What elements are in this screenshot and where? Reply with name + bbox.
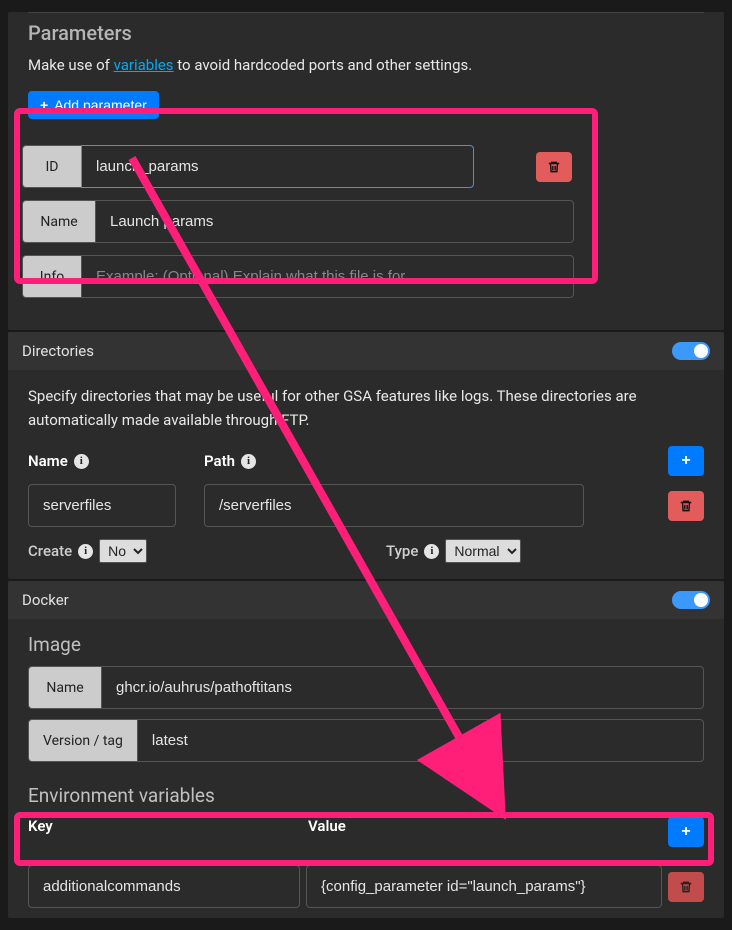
create-select[interactable]: No [99, 539, 147, 563]
env-subtitle: Environment variables [28, 784, 704, 807]
env-value-label: Value [308, 817, 668, 847]
env-row [20, 855, 712, 918]
parameters-desc-after: to avoid hardcoded ports and other setti… [177, 56, 472, 74]
env-value-input[interactable] [306, 865, 662, 908]
dir-path-label: Path [204, 452, 235, 470]
docker-title: Docker [22, 591, 69, 609]
directories-toggle[interactable] [672, 342, 710, 360]
env-key-input[interactable] [28, 865, 300, 908]
dir-path-input[interactable] [204, 484, 584, 527]
dir-name-input[interactable] [28, 484, 176, 527]
image-subtitle: Image [28, 633, 704, 656]
type-label: Type [386, 542, 418, 560]
directories-panel: Directories Specify directories that may… [8, 332, 724, 579]
add-parameter-label: Add parameter [54, 97, 147, 113]
divider [28, 12, 704, 13]
variables-link[interactable]: variables [114, 56, 174, 74]
directories-desc: Specify directories that may be useful f… [28, 384, 704, 432]
image-name-label: Name [28, 666, 101, 709]
trash-icon [679, 880, 693, 894]
version-label: Version / tag [28, 719, 137, 762]
param-info-input[interactable] [81, 255, 574, 298]
parameters-desc-before: Make use of [28, 56, 114, 74]
add-env-button[interactable]: + [668, 817, 704, 847]
delete-directory-button[interactable] [668, 491, 704, 521]
plus-icon: + [681, 452, 690, 470]
parameters-title: Parameters [8, 21, 724, 45]
create-label: Create [28, 542, 72, 560]
version-input[interactable] [137, 719, 704, 762]
parameter-row: ID Name Info [8, 129, 724, 314]
add-directory-button[interactable]: + [668, 446, 704, 476]
add-parameter-button[interactable]: + Add parameter [28, 91, 159, 119]
info-icon[interactable]: i [78, 544, 93, 559]
docker-toggle[interactable] [672, 591, 710, 609]
parameters-panel: Parameters Make use of variables to avoi… [8, 12, 724, 330]
directories-title: Directories [22, 342, 94, 360]
type-select[interactable]: Normal [445, 539, 521, 563]
delete-env-button[interactable] [668, 872, 704, 902]
plus-icon: + [40, 97, 48, 113]
dir-name-label: Name [28, 452, 68, 470]
env-key-label: Key [28, 817, 308, 847]
trash-icon [547, 160, 561, 174]
trash-icon [679, 499, 693, 513]
param-id-label: ID [22, 145, 81, 188]
info-icon[interactable]: i [241, 454, 256, 469]
info-icon[interactable]: i [74, 454, 89, 469]
param-name-input[interactable] [95, 200, 574, 243]
delete-parameter-button[interactable] [536, 152, 572, 182]
docker-panel: Docker Image Name Version / tag Environm… [8, 581, 724, 918]
param-info-label: Info [22, 255, 81, 298]
param-id-input[interactable] [81, 145, 474, 188]
param-name-label: Name [22, 200, 95, 243]
image-name-input[interactable] [101, 666, 704, 709]
info-icon[interactable]: i [424, 544, 439, 559]
parameters-desc: Make use of variables to avoid hardcoded… [28, 53, 704, 77]
plus-icon: + [681, 823, 690, 841]
